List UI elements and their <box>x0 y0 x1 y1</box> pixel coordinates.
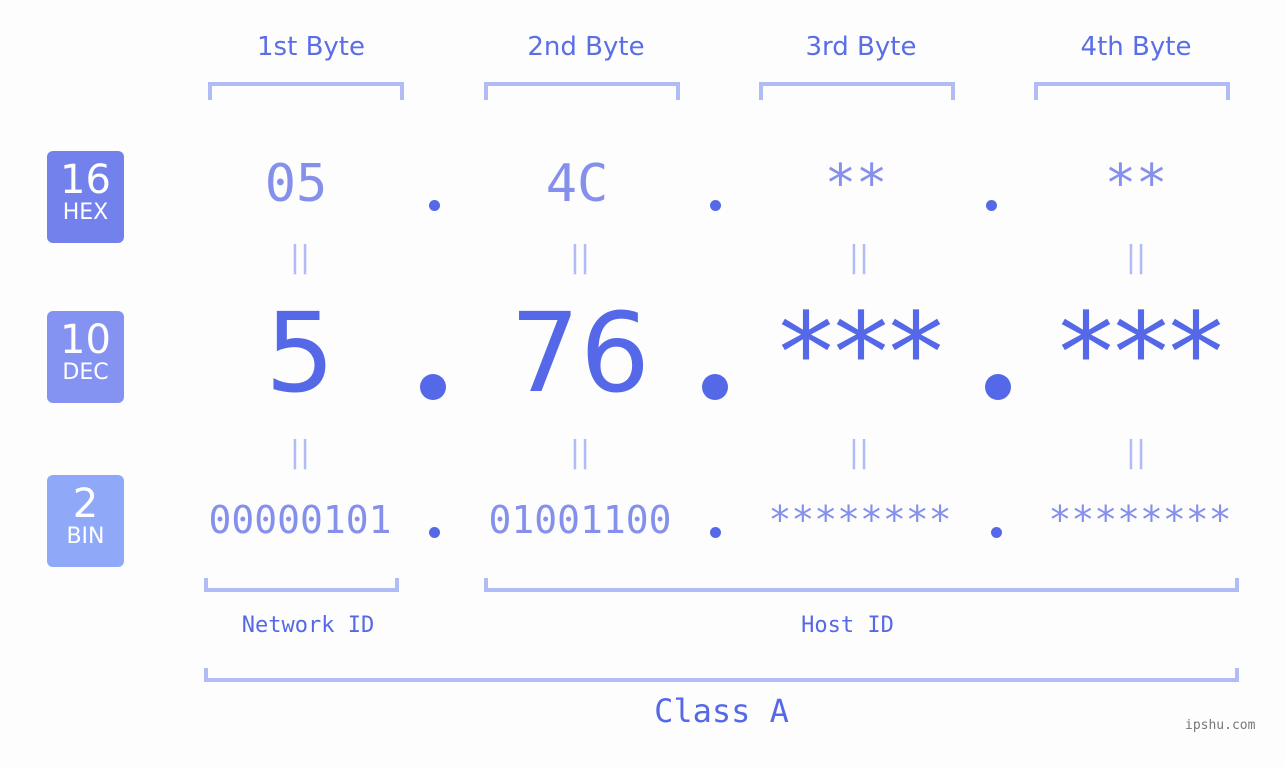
hex-badge: 16 HEX <box>47 151 124 243</box>
dec-separator-dot <box>702 374 728 400</box>
dec-byte-1: 5 <box>265 289 335 417</box>
byte-bracket-1 <box>208 82 404 100</box>
dec-separator-dot <box>420 374 446 400</box>
byte-label-4: 4th Byte <box>1080 32 1192 62</box>
hex-base-number: 16 <box>60 157 111 203</box>
hex-byte-2: 4C <box>545 154 609 214</box>
watermark: ipshu.com <box>1185 718 1256 733</box>
bin-separator-dot <box>429 527 440 538</box>
byte-bracket-2 <box>484 82 680 100</box>
hex-byte-3: ** <box>824 154 888 214</box>
class-label: Class A <box>654 692 789 730</box>
equals-icon: || <box>289 435 311 470</box>
bin-byte-3: ******** <box>768 498 952 542</box>
dec-byte-2: 76 <box>510 289 650 417</box>
bin-base-number: 2 <box>72 481 99 527</box>
byte-bracket-3 <box>759 82 955 100</box>
bin-byte-4: ******** <box>1048 498 1232 542</box>
dec-byte-3: *** <box>778 289 944 417</box>
hex-byte-4: ** <box>1104 154 1168 214</box>
equals-icon: || <box>289 240 311 275</box>
class-bracket <box>204 668 1239 682</box>
host-id-bracket <box>484 578 1239 592</box>
equals-icon: || <box>569 240 591 275</box>
bin-separator-dot <box>991 527 1002 538</box>
equals-icon: || <box>569 435 591 470</box>
hex-separator-dot <box>986 200 997 211</box>
bin-badge: 2 BIN <box>47 475 124 567</box>
bin-base-name: BIN <box>66 524 105 549</box>
dec-base-name: DEC <box>62 360 109 385</box>
dec-separator-dot <box>985 374 1011 400</box>
dec-byte-4: *** <box>1058 289 1224 417</box>
host-id-label: Host ID <box>801 613 894 638</box>
byte-label-3: 3rd Byte <box>805 32 917 62</box>
byte-label-1: 1st Byte <box>257 32 365 62</box>
bin-separator-dot <box>710 527 721 538</box>
dec-base-number: 10 <box>60 317 111 363</box>
byte-bracket-4 <box>1034 82 1230 100</box>
equals-icon: || <box>848 240 870 275</box>
bin-byte-1: 00000101 <box>208 498 392 542</box>
network-id-bracket <box>204 578 399 592</box>
equals-icon: || <box>1125 240 1147 275</box>
equals-icon: || <box>848 435 870 470</box>
hex-byte-1: 05 <box>264 154 328 214</box>
bin-byte-2: 01001100 <box>488 498 672 542</box>
dec-badge: 10 DEC <box>47 311 124 403</box>
network-id-label: Network ID <box>241 613 375 638</box>
byte-label-2: 2nd Byte <box>527 32 645 62</box>
hex-base-name: HEX <box>62 200 109 225</box>
equals-icon: || <box>1125 435 1147 470</box>
hex-separator-dot <box>710 200 721 211</box>
hex-separator-dot <box>429 200 440 211</box>
